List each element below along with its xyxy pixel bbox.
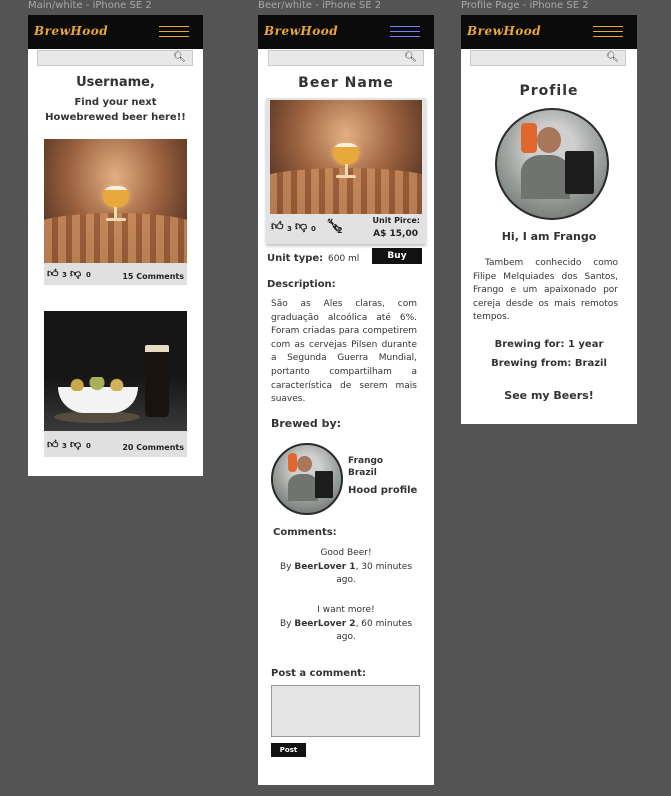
comment-meta: By BeerLover 2, 60 minutes ago. [276,618,416,645]
dislikes-count: 0 [86,442,91,450]
search-icon[interactable]: 🔍︎ [404,53,417,63]
description-text: São as Ales claras, com graduação alcoól… [271,299,417,405]
thumbs-down-icon[interactable]: 👎︎ [70,438,81,451]
frame-title-main: Main/white - iPhone SE 2 [28,0,152,11]
description-label: Description: [267,279,336,290]
post-comment-label: Post a comment: [271,668,366,679]
beer-detail-card: 👍︎ 3 👎︎ 0 🍾︎ 2 Unit Pirce: A$ 15,00 [266,98,426,244]
thumbs-up-icon[interactable]: 👍︎ [271,219,284,234]
likes-count: 3 [287,225,292,233]
profile-screen: BrewHood 🔍︎ Profile Hi, I am Frango Tamb… [461,15,637,424]
hamburger-menu-icon[interactable] [159,26,189,38]
comment-text: I want more! [317,605,375,615]
price-label: Unit Pirce: [372,216,420,225]
price-value: A$ 15,00 [373,229,418,239]
brewed-by-label: Brewed by: [271,417,342,430]
comment-by: By [279,618,295,629]
dislikes-count: 0 [86,271,91,279]
hamburger-menu-icon[interactable] [390,26,420,38]
comment-user[interactable]: BeerLover 1 [294,562,355,572]
comments-count[interactable]: 15 Comments [122,272,184,281]
unit-type-label: Unit type: [267,253,324,264]
comment-text: Good Beer! [320,548,372,558]
beer-card-stats: 👍︎ 3 👎︎ 0 15 Comments [44,263,187,285]
frame-title-beer: Beer/white - iPhone SE 2 [258,0,382,11]
beer-name-title: Beer Name [298,75,394,91]
unit-type-value: 600 ml [328,254,360,264]
greeting-username: Username, [76,75,155,90]
search-input[interactable]: 🔍︎ [470,50,626,66]
comment-item: I want more! By BeerLover 2, 60 minutes … [276,604,416,645]
buy-button[interactable]: Buy [372,248,422,264]
brand-logo[interactable]: BrewHood [34,24,108,38]
search-input[interactable]: 🔍︎ [37,50,193,66]
thumbs-down-icon[interactable]: 👎︎ [70,267,81,280]
top-bar: BrewHood [28,15,203,49]
top-bar: BrewHood [258,15,434,49]
comment-user[interactable]: BeerLover 2 [294,619,355,629]
see-my-beers-link[interactable]: See my Beers! [461,389,637,402]
search-icon[interactable]: 🔍︎ [173,53,186,63]
main-screen: BrewHood 🔍︎ Username, Find your next How… [28,15,203,476]
post-button[interactable]: Post [271,743,306,757]
hamburger-menu-icon[interactable] [593,26,623,38]
beer-screen: BrewHood 🔍︎ Beer Name 👍︎ 3 👎︎ 0 🍾︎ 2 Uni… [258,15,434,785]
profile-greeting: Hi, I am Frango [501,230,597,243]
brewing-from: Brewing from: Brazil [491,358,607,369]
tagline-line-1: Find your next [74,97,157,108]
beer-card-stats: 👍︎ 3 👎︎ 0 20 Comments [44,431,187,457]
comments-count[interactable]: 20 Comments [122,443,184,452]
brewer-name: Frango [348,456,384,466]
frame-title-profile: Profile Page - iPhone SE 2 [461,0,589,11]
hood-profile-link[interactable]: Hood profile [348,485,417,496]
beer-card-image[interactable] [44,139,187,263]
comment-textarea[interactable] [271,685,420,737]
likes-count: 3 [62,271,67,279]
bottles-count: 2 [337,226,343,235]
tagline-line-2: Howebrewed beer here!! [45,112,186,123]
profile-title: Profile [519,83,579,99]
dislikes-count: 0 [311,225,316,233]
brewer-country: Brazil [348,468,377,478]
search-input[interactable]: 🔍︎ [268,50,424,66]
top-bar: BrewHood [461,15,637,49]
beer-card-image[interactable] [44,311,187,431]
thumbs-down-icon[interactable]: 👎︎ [295,219,307,234]
comment-item: Good Beer! By BeerLover 1, 30 minutes ag… [276,547,416,588]
comment-by: By [279,561,295,572]
comments-label: Comments: [273,527,337,538]
comment-meta: By BeerLover 1, 30 minutes ago. [276,561,416,588]
likes-count: 3 [62,442,67,450]
beer-image [270,100,422,214]
brewing-for: Brewing for: 1 year [494,339,604,350]
brand-logo[interactable]: BrewHood [264,24,338,38]
profile-bio: Tambem conhecido como Filipe Melquiades … [473,258,618,323]
brand-logo[interactable]: BrewHood [467,24,541,38]
search-icon[interactable]: 🔍︎ [606,53,619,63]
thumbs-up-icon[interactable]: 👍︎ [47,267,59,280]
profile-avatar [495,108,609,220]
brewer-avatar[interactable] [271,443,343,515]
thumbs-up-icon[interactable]: 👍︎ [47,438,59,451]
